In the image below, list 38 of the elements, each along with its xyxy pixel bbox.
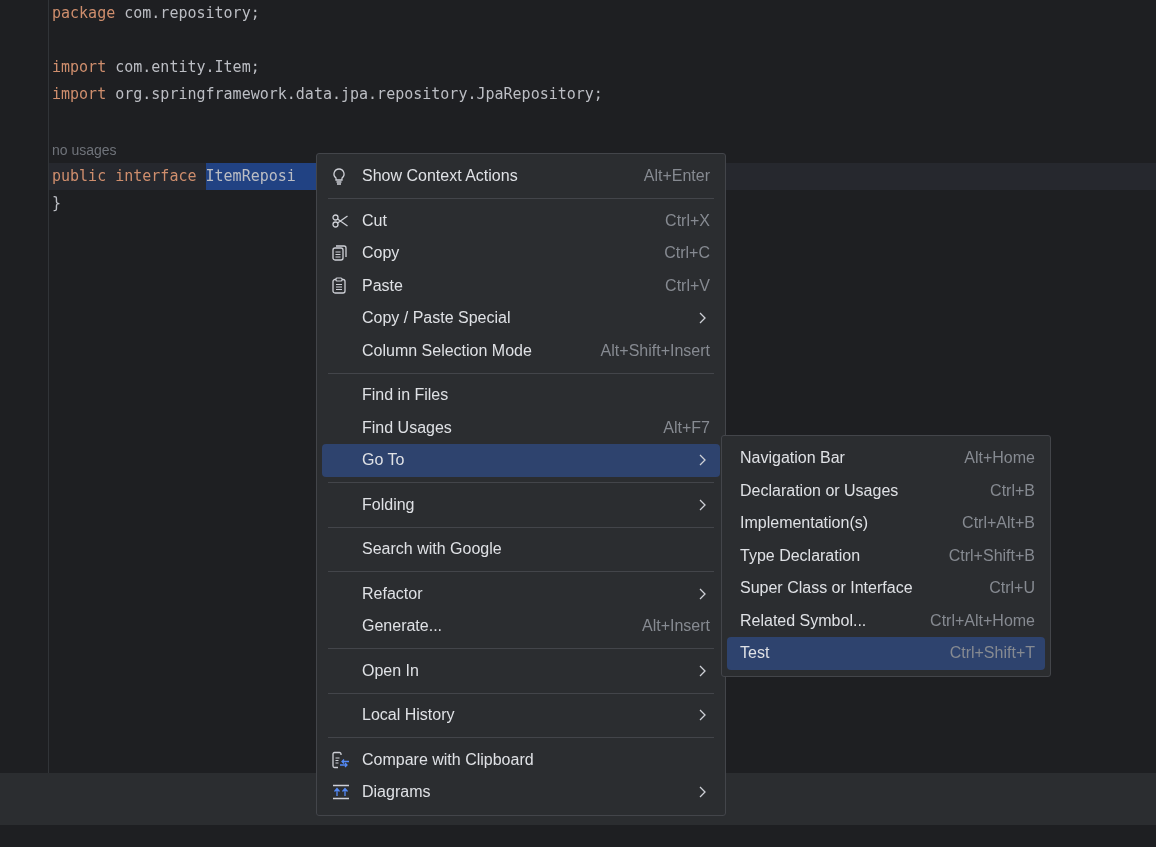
copy-icon <box>332 245 348 262</box>
compare-clipboard-icon <box>332 750 350 769</box>
menu-item[interactable]: Diagrams <box>322 776 720 809</box>
menu-item[interactable]: Type Declaration Ctrl+Shift+B <box>727 539 1045 572</box>
diagrams-icon <box>332 784 350 801</box>
menu-item[interactable]: Folding <box>322 488 720 521</box>
menu-item[interactable]: Search with Google <box>322 533 720 566</box>
menu-item[interactable]: Related Symbol... Ctrl+Alt+Home <box>727 604 1045 637</box>
menu-item[interactable]: Copy Ctrl+C <box>322 237 720 270</box>
code-keyword: package <box>52 4 117 22</box>
code-keyword: public interface <box>52 167 198 185</box>
menu-item[interactable]: Compare with Clipboard <box>322 743 720 776</box>
inlay-hint: no usages <box>52 142 117 158</box>
menu-item[interactable]: Find Usages Alt+F7 <box>322 411 720 444</box>
menu-item[interactable]: Navigation Bar Alt+Home <box>727 442 1045 475</box>
menu-item[interactable]: Find in Files <box>322 379 720 412</box>
code-text: } <box>52 194 62 212</box>
menu-item[interactable]: Local History <box>322 699 720 732</box>
menu-item[interactable]: Open In <box>322 654 720 687</box>
code-keyword: import <box>52 58 108 76</box>
code-text: com.entity.Item; <box>115 58 260 76</box>
menu-item[interactable]: Super Class or Interface Ctrl+U <box>727 572 1045 605</box>
menu-item[interactable]: Declaration or Usages Ctrl+B <box>727 474 1045 507</box>
scissors-icon <box>332 213 348 228</box>
menu-item[interactable]: Implementation(s) Ctrl+Alt+B <box>727 507 1045 540</box>
code-text: com.repository; <box>124 4 260 22</box>
menu-item[interactable]: Go To <box>322 444 720 477</box>
menu-item[interactable]: Copy / Paste Special <box>322 302 720 335</box>
menu-item[interactable]: Paste Ctrl+V <box>322 269 720 302</box>
code-keyword: import <box>52 85 108 103</box>
lightbulb-icon <box>332 167 346 185</box>
clipboard-icon <box>332 277 346 295</box>
code-text: org.springframework.data.jpa.repository.JpaRepository; <box>115 85 603 103</box>
menu-item[interactable]: Test Ctrl+Shift+T <box>727 637 1045 670</box>
menu-item[interactable]: Refactor <box>322 577 720 610</box>
menu-item[interactable]: Cut Ctrl+X <box>322 204 720 237</box>
menu-item[interactable]: Generate... Alt+Insert <box>322 610 720 643</box>
menu-item[interactable]: Column Selection Mode Alt+Shift+Insert <box>322 334 720 367</box>
